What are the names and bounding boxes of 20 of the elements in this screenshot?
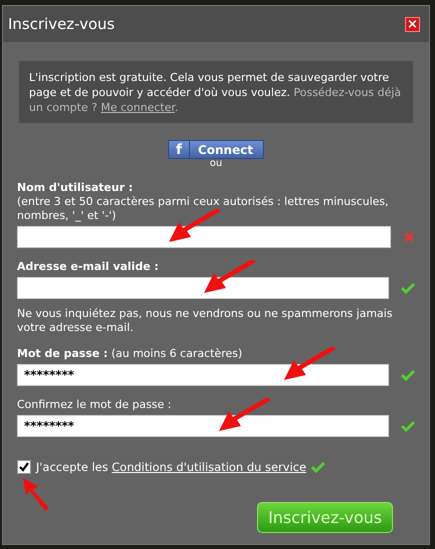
terms-checkbox[interactable]	[17, 460, 31, 474]
info-paragraph: L'inscription est gratuite. Cela vous permet de sauvegarder votre page et de pouvoir y accéder d'où vous voulez. Possédez-vous déjà un compte ? Me connecter.	[19, 61, 413, 123]
field-hint: (entre 3 et 50 caractères parmi ceux autorisés : lettres minuscules, nombres, '_' et '-')	[17, 195, 390, 223]
field-label: Mot de passe : (au moins 6 caractères)	[17, 347, 244, 361]
field-label: Nom d'utilisateur :	[17, 181, 134, 195]
login-link[interactable]: Me connecter	[100, 101, 175, 114]
checkmark-icon	[19, 462, 29, 472]
field-label: Adresse e-mail valide :	[17, 260, 160, 274]
window-title: Inscrivez-vous	[8, 15, 115, 33]
text-field[interactable]	[17, 226, 391, 248]
terms-link[interactable]: Conditions d'utilisation du service	[112, 460, 306, 474]
password-field[interactable]: ********	[17, 364, 389, 386]
separator-text: ou	[210, 159, 222, 169]
field-note: Ne vous inquiétez pas, nous ne vendrons ou ne spammerons jamais votre adresse e-mail.	[17, 307, 394, 335]
field-label: Confirmez le mot de passe :	[17, 398, 172, 412]
terms-text: J'accepte les Conditions d'utilisation du service	[36, 460, 306, 474]
facebook-connect-button[interactable]: f Connect	[168, 140, 264, 159]
email-field[interactable]	[17, 277, 389, 299]
password-field[interactable]: ********	[17, 415, 389, 437]
close-button[interactable]: ×	[405, 16, 420, 32]
